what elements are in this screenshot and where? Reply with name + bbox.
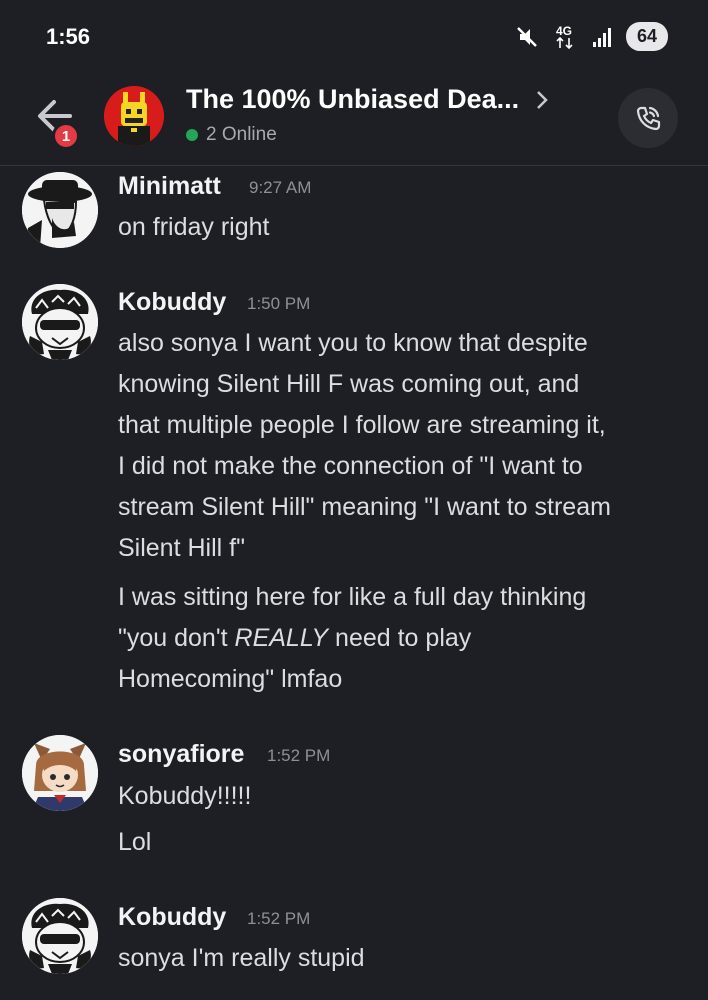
message-line: "you don't REALLY need to play [118,618,693,659]
message-body-followup: I was sitting here for like a full day t… [118,577,693,700]
network-label: 4G [556,24,572,38]
message-body: also sonya I want you to know that despi… [118,323,693,569]
call-button[interactable] [618,88,678,148]
avatar-kobuddy[interactable] [22,898,98,974]
message-line: Homecoming" lmfao [118,665,343,693]
message-line: Lol [118,828,152,856]
message-body: on friday right [118,207,693,248]
channel-title: The 100% Unbiased Dea... [186,84,520,114]
message-author[interactable]: Minimatt [118,172,221,201]
network-4g-icon: 4G [556,24,573,49]
message-text: need to play [328,624,472,652]
online-status: 2 Online [186,124,277,146]
mute-icon [517,26,537,47]
group-avatar[interactable] [104,86,164,146]
status-bar: 1:56 4G 64 [0,0,708,78]
message-author[interactable]: Kobuddy [118,903,226,932]
message-author[interactable]: sonyafiore [118,740,244,769]
online-dot-icon [186,129,198,141]
status-time: 1:56 [46,24,91,49]
message-italic-text: REALLY [234,624,329,652]
message-author[interactable]: Kobuddy [118,288,226,317]
message-line: I was sitting here for like a full day t… [118,583,587,611]
message-timestamp: 1:50 PM [247,294,311,313]
message-line: Kobuddy!!!!! [118,782,252,810]
message-line: that multiple people I follow are stream… [118,411,606,439]
message-line: on friday right [118,213,270,241]
message-line: sonya I'm really stupid [118,944,365,972]
message-timestamp: 9:27 AM [249,178,312,197]
battery-indicator: 64 [625,22,668,51]
message-body-followup: Lol [118,822,693,863]
avatar-kobuddy[interactable] [22,284,98,360]
unread-badge: 1 [52,122,80,150]
message-line: Silent Hill f" [118,534,245,562]
message-body: sonya I'm really stupid [118,938,693,979]
message-text: "you don't [118,624,235,652]
avatar-minimatt[interactable] [22,172,98,248]
message-line: knowing Silent Hill F was coming out, an… [118,370,580,398]
status-icons: 4G 64 [514,22,668,51]
phone-call-icon [636,106,661,131]
channel-header: The 100% Unbiased Dea... 2 Online [0,78,708,166]
channel-title-link[interactable]: The 100% Unbiased Dea... [186,84,549,115]
avatar-sonyafiore[interactable] [22,735,98,811]
online-count: 2 Online [206,124,277,145]
message-timestamp: 1:52 PM [247,909,311,928]
message-timestamp: 1:52 PM [267,746,331,765]
message-line: stream Silent Hill" meaning "I want to s… [118,493,611,521]
signal-icon [592,27,611,47]
chevron-right-icon [537,90,548,109]
message-body: Kobuddy!!!!! [118,776,693,817]
message-line: I did not make the connection of "I want… [118,452,583,480]
message-line: also sonya I want you to know that despi… [118,329,588,357]
